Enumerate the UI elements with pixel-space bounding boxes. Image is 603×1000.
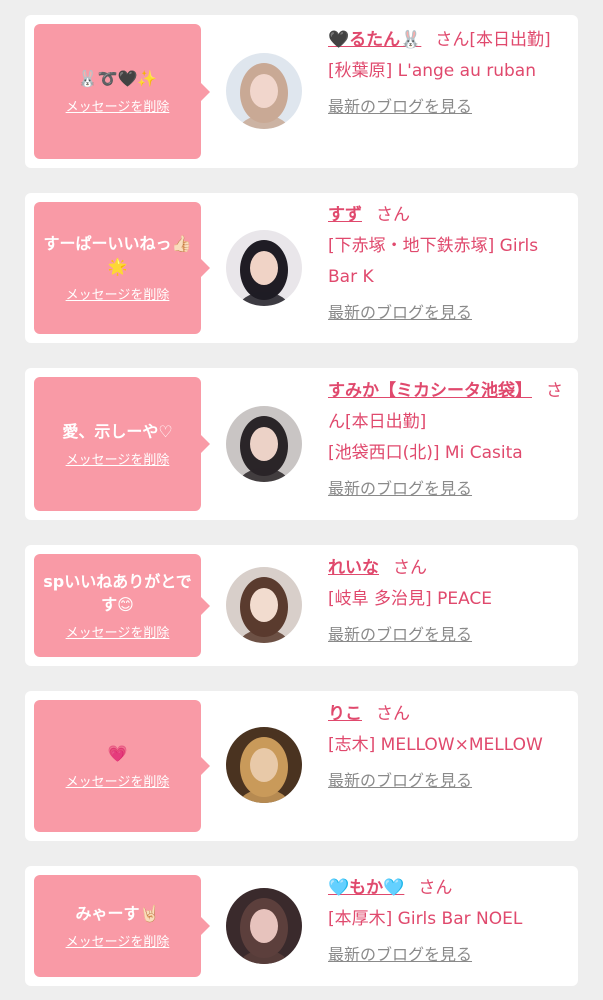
avatar[interactable] [226,727,302,803]
delete-message-link[interactable]: メッセージを削除 [66,626,170,642]
message-bubble: 🐰➰🖤✨ メッセージを削除 [34,24,210,159]
avatar[interactable] [226,53,302,129]
shop-info: [下赤塚・地下鉄赤塚] Girls Bar K [328,236,539,287]
portrait-image [226,888,302,964]
message-bubble: 愛、示しーや♡ メッセージを削除 [34,377,210,511]
latest-blog-link[interactable]: 最新のブログを見る [328,479,571,499]
honorific-status: さん [376,704,410,724]
sender-name-link[interactable]: すず [328,205,362,225]
message-card: 愛、示しーや♡ メッセージを削除 すみか【ミカシータ池袋】 さん[本日出勤] [池… [25,368,578,520]
portrait-image [226,406,302,482]
avatar[interactable] [226,567,302,643]
message-card: 🐰➰🖤✨ メッセージを削除 🖤るたん🐰 さん[本日出勤] [秋葉原] L'ange… [25,15,578,168]
avatar[interactable] [226,230,302,306]
delete-message-link[interactable]: メッセージを削除 [66,100,170,116]
sender-info: すみか【ミカシータ池袋】 さん[本日出勤] [池袋西口(北)] Mi Casita… [328,376,571,499]
latest-blog-link[interactable]: 最新のブログを見る [328,625,571,645]
latest-blog-link[interactable]: 最新のブログを見る [328,303,571,323]
sender-name-link[interactable]: すみか【ミカシータ池袋】 [328,381,532,401]
shop-info: [岐阜 多治見] PEACE [328,589,493,609]
message-text: みゃーす🤘🏻 [75,903,160,923]
latest-blog-link[interactable]: 最新のブログを見る [328,771,571,791]
message-bubble: みゃーす🤘🏻 メッセージを削除 [34,875,210,977]
sender-info: りこ さん [志木] MELLOW×MELLOW 最新のブログを見る [328,699,571,791]
sender-info: すず さん [下赤塚・地下鉄赤塚] Girls Bar K 最新のブログを見る [328,200,571,323]
portrait-image [226,230,302,306]
latest-blog-link[interactable]: 最新のブログを見る [328,945,571,965]
avatar[interactable] [226,888,302,964]
sender-info: 🖤るたん🐰 さん[本日出勤] [秋葉原] L'ange au ruban 最新のブ… [328,25,571,117]
shop-info: [池袋西口(北)] Mi Casita [328,443,523,463]
portrait-image [226,727,302,803]
shop-info: [本厚木] Girls Bar NOEL [328,909,523,929]
message-text: 愛、示しーや♡ [62,421,173,441]
sender-name-link[interactable]: れいな [328,558,379,578]
message-bubble: spいいねありがとです😊 メッセージを削除 [34,554,210,657]
sender-info: れいな さん [岐阜 多治見] PEACE 最新のブログを見る [328,553,571,645]
sender-info: 🩵もか🩵 さん [本厚木] Girls Bar NOEL 最新のブログを見る [328,873,571,965]
delete-message-link[interactable]: メッセージを削除 [66,935,170,951]
message-bubble: 💗 メッセージを削除 [34,700,210,832]
portrait-image [226,567,302,643]
latest-blog-link[interactable]: 最新のブログを見る [328,97,571,117]
sender-name-link[interactable]: りこ [328,704,362,724]
message-text: 💗 [107,743,128,763]
honorific-status: さん [418,878,453,898]
message-card: spいいねありがとです😊 メッセージを削除 れいな さん [岐阜 多治見] PEA… [25,545,578,666]
message-card: 💗 メッセージを削除 りこ さん [志木] MELLOW×MELLOW 最新のブロ… [25,691,578,841]
message-text: すーぱーいいねっ👍🏻🌟 [43,234,192,276]
message-card: みゃーす🤘🏻 メッセージを削除 🩵もか🩵 さん [本厚木] Girls Bar N… [25,866,578,986]
message-text: spいいねありがとです😊 [43,571,192,614]
avatar[interactable] [226,406,302,482]
shop-info: [志木] MELLOW×MELLOW [328,735,543,755]
honorific-status: さん [393,558,427,578]
delete-message-link[interactable]: メッセージを削除 [66,453,170,469]
message-bubble: すーぱーいいねっ👍🏻🌟 メッセージを削除 [34,202,210,334]
message-card: すーぱーいいねっ👍🏻🌟 メッセージを削除 すず さん [下赤塚・地下鉄赤塚] Gi… [25,193,578,343]
delete-message-link[interactable]: メッセージを削除 [66,288,170,304]
sender-name-link[interactable]: 🩵もか🩵 [328,878,404,898]
shop-info: [秋葉原] L'ange au ruban [328,61,537,81]
message-text: 🐰➰🖤✨ [77,69,158,88]
honorific-status: さん[本日出勤] [435,30,551,50]
sender-name-link[interactable]: 🖤るたん🐰 [328,30,421,50]
honorific-status: さん [376,205,410,225]
portrait-image [226,53,302,129]
delete-message-link[interactable]: メッセージを削除 [66,775,170,791]
